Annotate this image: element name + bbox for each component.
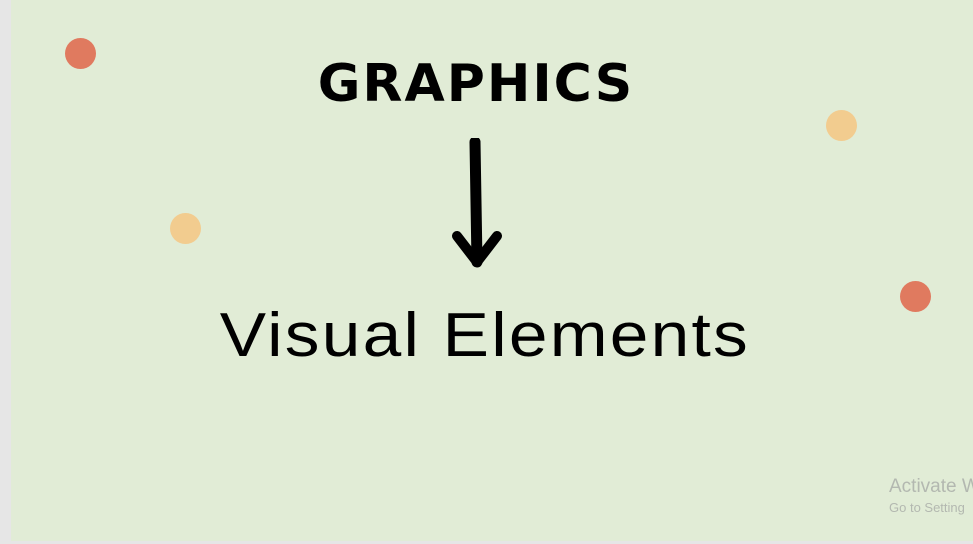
slide-canvas: GRAPHICS Visual Elements — [11, 0, 973, 541]
decorative-dot-yellow — [826, 110, 857, 141]
slide-title: GRAPHICS — [317, 54, 635, 114]
watermark-link: Go to Setting — [889, 500, 965, 515]
arrow-down-icon — [452, 138, 502, 268]
decorative-dot-yellow — [170, 213, 201, 244]
presentation-screen: GRAPHICS Visual Elements Activate W Go t… — [0, 0, 973, 544]
watermark-title: Activate W — [889, 476, 973, 497]
slide-subtitle: Visual Elements — [219, 301, 751, 370]
activation-watermark: Activate W Go to Setting — [889, 476, 973, 518]
